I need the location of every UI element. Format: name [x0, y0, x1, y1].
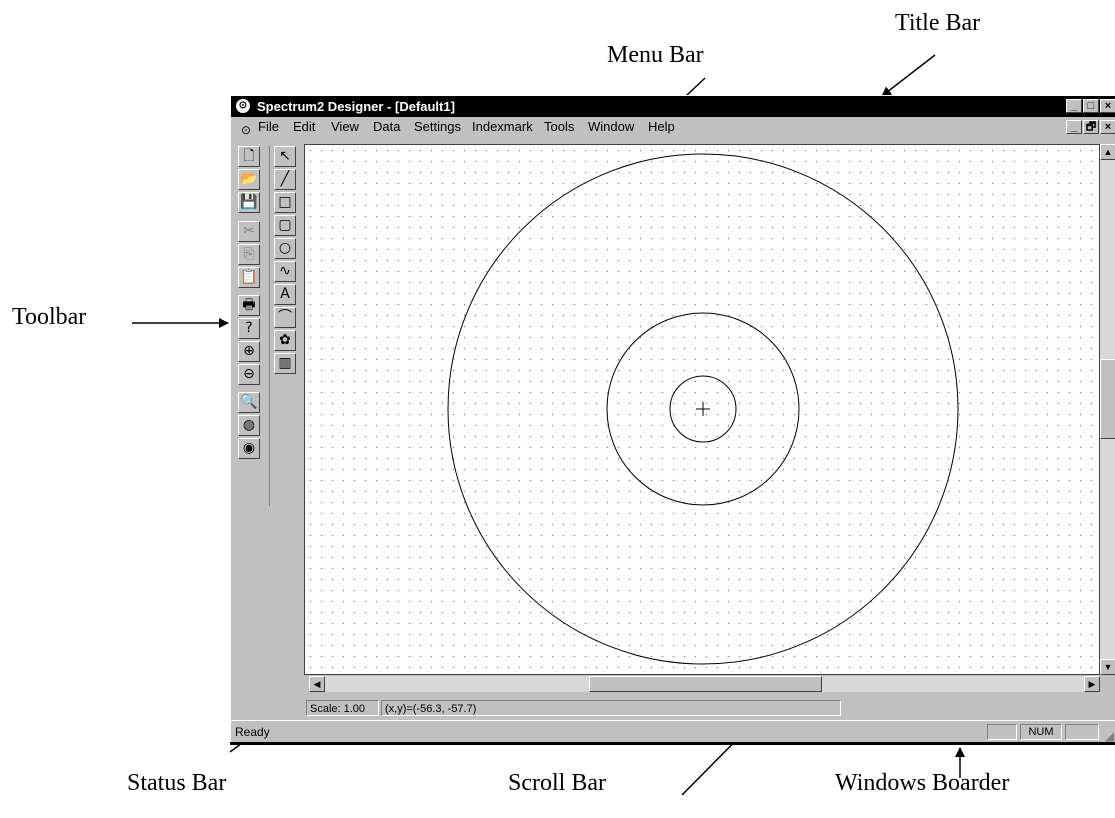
menu-settings[interactable]: Settings: [414, 117, 461, 137]
line-tool-button[interactable]: ╱: [274, 169, 296, 190]
rectangle-tool-button[interactable]: □: [274, 192, 296, 213]
select-arrow-icon: ↖: [279, 148, 291, 164]
window-title: Spectrum2 Designer - [Default1]: [257, 99, 455, 114]
toolbar-annotation: Toolbar: [12, 304, 87, 330]
disc-pattern-icon: ◍: [242, 417, 256, 433]
paste-icon: 📋: [240, 269, 258, 285]
help-pointer-button[interactable]: ?: [238, 318, 260, 339]
disc-center-button[interactable]: ◉: [238, 438, 260, 459]
status-ready-text: Ready: [235, 725, 270, 739]
text-tool-icon: A: [280, 286, 290, 302]
text-tool-button[interactable]: A: [274, 284, 296, 305]
ellipse-tool-button[interactable]: ○: [274, 238, 296, 259]
copy-icon: ⎘: [243, 246, 255, 262]
menu-data[interactable]: Data: [373, 117, 400, 137]
open-folder-button[interactable]: 📂: [238, 169, 260, 190]
copy-button[interactable]: ⎘: [238, 244, 260, 265]
barcode-tool-button[interactable]: ▥: [274, 353, 296, 374]
scroll-up-button[interactable]: ▲: [1100, 144, 1115, 160]
print-icon: 🖶: [242, 297, 256, 313]
title-bar-annotation: Title Bar: [895, 10, 981, 36]
document-menu-icon[interactable]: ⊙: [241, 120, 251, 140]
scroll-right-button[interactable]: ▶: [1084, 676, 1100, 692]
disc-center-icon: ◉: [242, 440, 256, 456]
vertical-scrollbar[interactable]: ▲ ▼: [1100, 144, 1115, 675]
menu-edit[interactable]: Edit: [293, 117, 315, 137]
menu-help[interactable]: Help: [648, 117, 675, 137]
window-border-bottom: [230, 742, 1115, 745]
disc-drawing: [447, 153, 959, 665]
cut-scissors-button[interactable]: ✂: [238, 221, 260, 242]
zoom-out-button[interactable]: ⊖: [238, 364, 260, 385]
design-canvas[interactable]: [304, 144, 1100, 675]
child-close-button[interactable]: ×: [1100, 120, 1115, 134]
menu-view[interactable]: View: [331, 117, 359, 137]
menu-file[interactable]: File: [258, 117, 279, 137]
status-pane-caps: [987, 724, 1017, 740]
new-document-icon: 🗋: [243, 148, 255, 164]
new-document-button[interactable]: 🗋: [238, 146, 260, 167]
rounded-rectangle-tool-icon: ▢: [278, 217, 292, 233]
print-button[interactable]: 🖶: [238, 295, 260, 316]
windows-border-annotation: Windows Boarder: [835, 770, 1010, 796]
status-num-indicator: NUM: [1020, 724, 1062, 740]
coordinate-readout: (x,y)=(-56.3, -57.7): [381, 700, 841, 716]
save-disk-button[interactable]: 💾: [238, 192, 260, 213]
zoom-out-icon: ⊖: [243, 366, 255, 382]
rectangle-tool-icon: □: [278, 194, 292, 210]
horizontal-scrollbar[interactable]: ◀ ▶: [309, 676, 1100, 692]
app-icon[interactable]: ⊙: [236, 99, 250, 113]
caption-buttons: _ □ ×: [1065, 99, 1115, 113]
freehand-tool-button[interactable]: ∿: [274, 261, 296, 282]
menu-indexmark[interactable]: Indexmark: [472, 117, 533, 137]
zoom-button[interactable]: 🔍: [238, 392, 260, 413]
select-arrow-button[interactable]: ↖: [274, 146, 296, 167]
image-tool-button[interactable]: ✿: [274, 330, 296, 351]
scale-readout: Scale: 1.00: [306, 700, 379, 716]
barcode-tool-icon: ▥: [278, 355, 292, 371]
zoom-icon: 🔍: [240, 394, 258, 410]
maximize-button[interactable]: □: [1083, 99, 1099, 113]
save-disk-icon: 💾: [240, 194, 258, 210]
freehand-tool-icon: ∿: [279, 263, 291, 279]
scroll-bar-annotation: Scroll Bar: [508, 770, 606, 796]
help-pointer-icon: ?: [245, 320, 253, 336]
child-restore-button[interactable]: 🗗: [1083, 120, 1099, 134]
title-bar[interactable]: ⊙ Spectrum2 Designer - [Default1] _ □ ×: [231, 96, 1115, 117]
status-bar-annotation: Status Bar: [127, 770, 227, 796]
zoom-in-icon: ⊕: [243, 343, 255, 359]
rounded-rectangle-tool-button[interactable]: ▢: [274, 215, 296, 236]
menu-bar-annotation: Menu Bar: [607, 42, 704, 68]
scroll-left-button[interactable]: ◀: [309, 676, 325, 692]
cut-scissors-icon: ✂: [243, 223, 255, 239]
menu-bar: ⊙ File Edit View Data Settings Indexmark…: [231, 117, 1115, 137]
menu-tools[interactable]: Tools: [544, 117, 574, 137]
minimize-button[interactable]: _: [1066, 99, 1082, 113]
mdi-buttons: _ 🗗 ×: [1065, 120, 1115, 134]
zoom-in-button[interactable]: ⊕: [238, 341, 260, 362]
child-minimize-button[interactable]: _: [1066, 120, 1082, 134]
status-pane-scroll: [1065, 724, 1099, 740]
ellipse-tool-icon: ○: [278, 240, 292, 256]
scroll-down-button[interactable]: ▼: [1100, 659, 1115, 675]
paste-button[interactable]: 📋: [238, 267, 260, 288]
line-tool-icon: ╱: [280, 171, 290, 187]
vertical-scroll-thumb[interactable]: [1100, 359, 1115, 439]
drawing-toolbar: ↖ ╱ □ ▢ ○ ∿ A ⌒ ✿ ▥: [271, 146, 301, 406]
open-folder-icon: 📂: [240, 171, 258, 187]
arc-text-tool-icon: ⌒: [278, 309, 292, 325]
image-tool-icon: ✿: [279, 332, 291, 348]
arc-text-tool-button[interactable]: ⌒: [274, 307, 296, 328]
title-bar-arrow: [881, 54, 936, 97]
app-window: ⊙ Spectrum2 Designer - [Default1] _ □ × …: [230, 95, 1115, 745]
close-button[interactable]: ×: [1100, 99, 1115, 113]
disc-pattern-button[interactable]: ◍: [238, 415, 260, 436]
main-toolbar: 🗋 📂 💾 ✂ ⎘ 📋 🖶? ⊕ ⊖ 🔍 ◍ ◉: [233, 146, 270, 506]
horizontal-scroll-thumb[interactable]: [589, 676, 822, 692]
status-bar: Ready NUM ◢: [231, 720, 1115, 743]
menu-window[interactable]: Window: [588, 117, 634, 137]
